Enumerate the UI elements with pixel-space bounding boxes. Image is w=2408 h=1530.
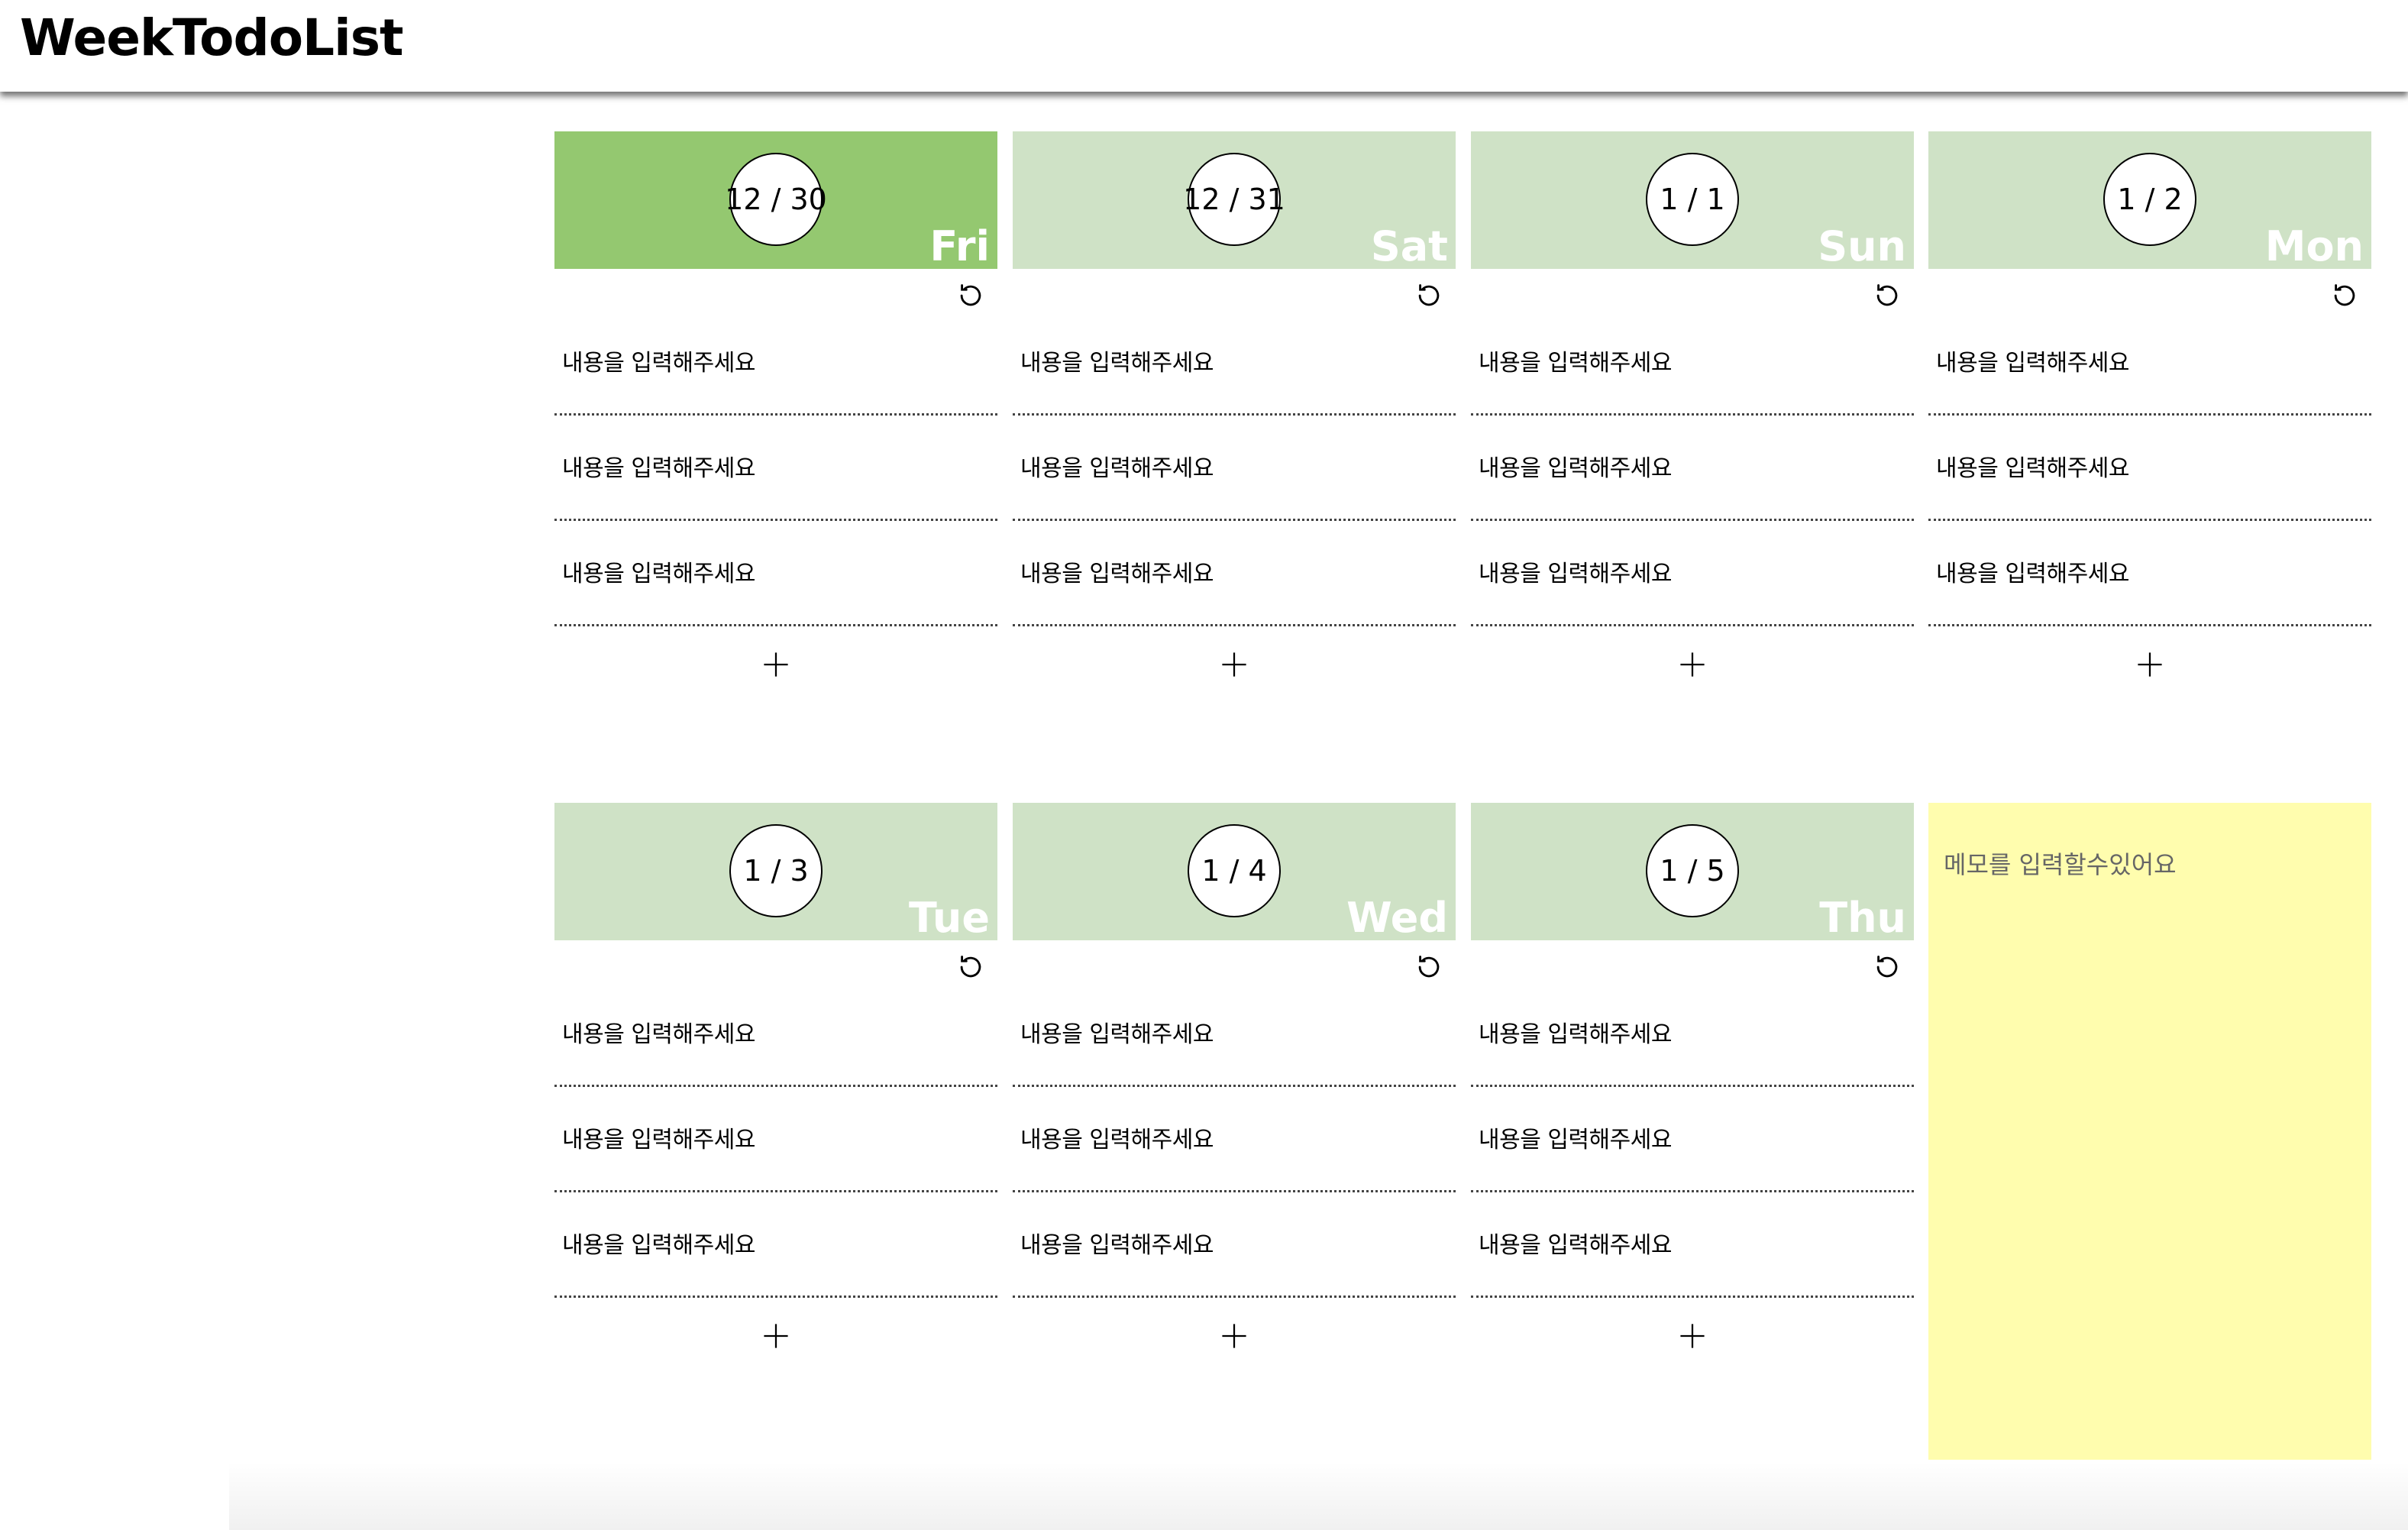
day-card-tue: 1 / 3 Tue 내용을 입력해주세요 내용을 입력해주세요 내용을 입력해주… [554, 803, 997, 1374]
todo-item[interactable]: 내용을 입력해주세요 [554, 310, 997, 416]
todo-item[interactable]: 내용을 입력해주세요 [554, 416, 997, 521]
day-header: 12 / 31 Sat [1013, 131, 1456, 270]
reset-row [1013, 940, 1456, 982]
date-badge: 1 / 5 [1646, 824, 1739, 917]
refresh-icon[interactable] [956, 281, 985, 310]
refresh-icon[interactable] [1414, 281, 1443, 310]
reset-row [1013, 269, 1456, 310]
todo-item[interactable]: 내용을 입력해주세요 [1013, 310, 1456, 416]
add-todo-button[interactable] [1013, 626, 1456, 703]
add-todo-button[interactable] [554, 626, 997, 703]
reset-row [554, 940, 997, 982]
plus-icon [1680, 652, 1705, 677]
date-badge: 12 / 30 [725, 153, 827, 246]
weekday-label: Sun [1818, 222, 1906, 270]
todo-item[interactable]: 내용을 입력해주세요 [1928, 416, 2371, 521]
plus-icon [764, 1324, 788, 1348]
memo-placeholder: 메모를 입력할수있어요 [1944, 850, 2177, 879]
refresh-icon[interactable] [1414, 953, 1443, 982]
todo-item[interactable]: 내용을 입력해주세요 [1471, 1192, 1914, 1298]
day-header: 1 / 1 Sun [1471, 131, 1914, 270]
todo-item[interactable]: 내용을 입력해주세요 [1013, 982, 1456, 1087]
date-badge: 12 / 31 [1183, 153, 1285, 246]
reset-row [1471, 269, 1914, 310]
refresh-icon[interactable] [1873, 281, 1902, 310]
weekday-label: Mon [2264, 222, 2364, 270]
reset-row [1471, 940, 1914, 982]
add-todo-button[interactable] [1928, 626, 2371, 703]
day-card-mon: 1 / 2 Mon 내용을 입력해주세요 내용을 입력해주세요 내용을 입력해주… [1928, 131, 2371, 703]
todo-item[interactable]: 내용을 입력해주세요 [1013, 521, 1456, 626]
todo-item[interactable]: 내용을 입력해주세요 [1471, 521, 1914, 626]
add-todo-button[interactable] [1471, 626, 1914, 703]
todo-item[interactable]: 내용을 입력해주세요 [1471, 1087, 1914, 1192]
refresh-icon[interactable] [1873, 953, 1902, 982]
todo-item[interactable]: 내용을 입력해주세요 [1471, 416, 1914, 521]
plus-icon [1680, 1324, 1705, 1348]
day-card-wed: 1 / 4 Wed 내용을 입력해주세요 내용을 입력해주세요 내용을 입력해주… [1013, 803, 1456, 1374]
date-badge: 1 / 1 [1646, 153, 1739, 246]
todo-item[interactable]: 내용을 입력해주세요 [1928, 521, 2371, 626]
refresh-icon[interactable] [2330, 281, 2359, 310]
weekday-label: Tue [909, 894, 990, 942]
add-todo-button[interactable] [1013, 1298, 1456, 1374]
plus-icon [2138, 652, 2162, 677]
todo-item[interactable]: 내용을 입력해주세요 [1471, 310, 1914, 416]
plus-icon [764, 652, 788, 677]
refresh-icon[interactable] [956, 953, 985, 982]
add-todo-button[interactable] [1471, 1298, 1914, 1374]
todo-item[interactable]: 내용을 입력해주세요 [1013, 416, 1456, 521]
date-badge: 1 / 2 [2103, 153, 2196, 246]
day-header: 1 / 3 Tue [554, 803, 997, 942]
date-badge: 1 / 4 [1188, 824, 1281, 917]
day-header: 1 / 4 Wed [1013, 803, 1456, 942]
weekday-label: Wed [1346, 894, 1448, 942]
reset-row [1928, 269, 2371, 310]
day-header: 1 / 2 Mon [1928, 131, 2371, 270]
todo-item[interactable]: 내용을 입력해주세요 [554, 1192, 997, 1298]
app-header: WeekTodoList [0, 0, 2408, 92]
todo-item[interactable]: 내용을 입력해주세요 [554, 982, 997, 1087]
reset-row [554, 269, 997, 310]
memo-pad[interactable]: 메모를 입력할수있어요 [1928, 803, 2371, 1460]
day-card-thu: 1 / 5 Thu 내용을 입력해주세요 내용을 입력해주세요 내용을 입력해주… [1471, 803, 1914, 1374]
todo-item[interactable]: 내용을 입력해주세요 [554, 521, 997, 626]
todo-item[interactable]: 내용을 입력해주세요 [1013, 1192, 1456, 1298]
add-todo-button[interactable] [554, 1298, 997, 1374]
day-card-sat: 12 / 31 Sat 내용을 입력해주세요 내용을 입력해주세요 내용을 입력… [1013, 131, 1456, 703]
day-card-sun: 1 / 1 Sun 내용을 입력해주세요 내용을 입력해주세요 내용을 입력해주… [1471, 131, 1914, 703]
todo-item[interactable]: 내용을 입력해주세요 [554, 1087, 997, 1192]
todo-item[interactable]: 내용을 입력해주세요 [1013, 1087, 1456, 1192]
weekday-label: Thu [1819, 894, 1906, 942]
todo-item[interactable]: 내용을 입력해주세요 [1471, 982, 1914, 1087]
weekday-label: Sat [1370, 222, 1448, 270]
plus-icon [1222, 652, 1246, 677]
weekday-label: Fri [929, 222, 990, 270]
day-header: 1 / 5 Thu [1471, 803, 1914, 942]
day-header: 12 / 30 Fri [554, 131, 997, 270]
day-card-fri: 12 / 30 Fri 내용을 입력해주세요 내용을 입력해주세요 내용을 입력… [554, 131, 997, 703]
date-badge: 1 / 3 [729, 824, 823, 917]
plus-icon [1222, 1324, 1246, 1348]
todo-item[interactable]: 내용을 입력해주세요 [1928, 310, 2371, 416]
bottom-shadow [229, 1461, 2408, 1530]
app-title: WeekTodoList [20, 8, 404, 67]
